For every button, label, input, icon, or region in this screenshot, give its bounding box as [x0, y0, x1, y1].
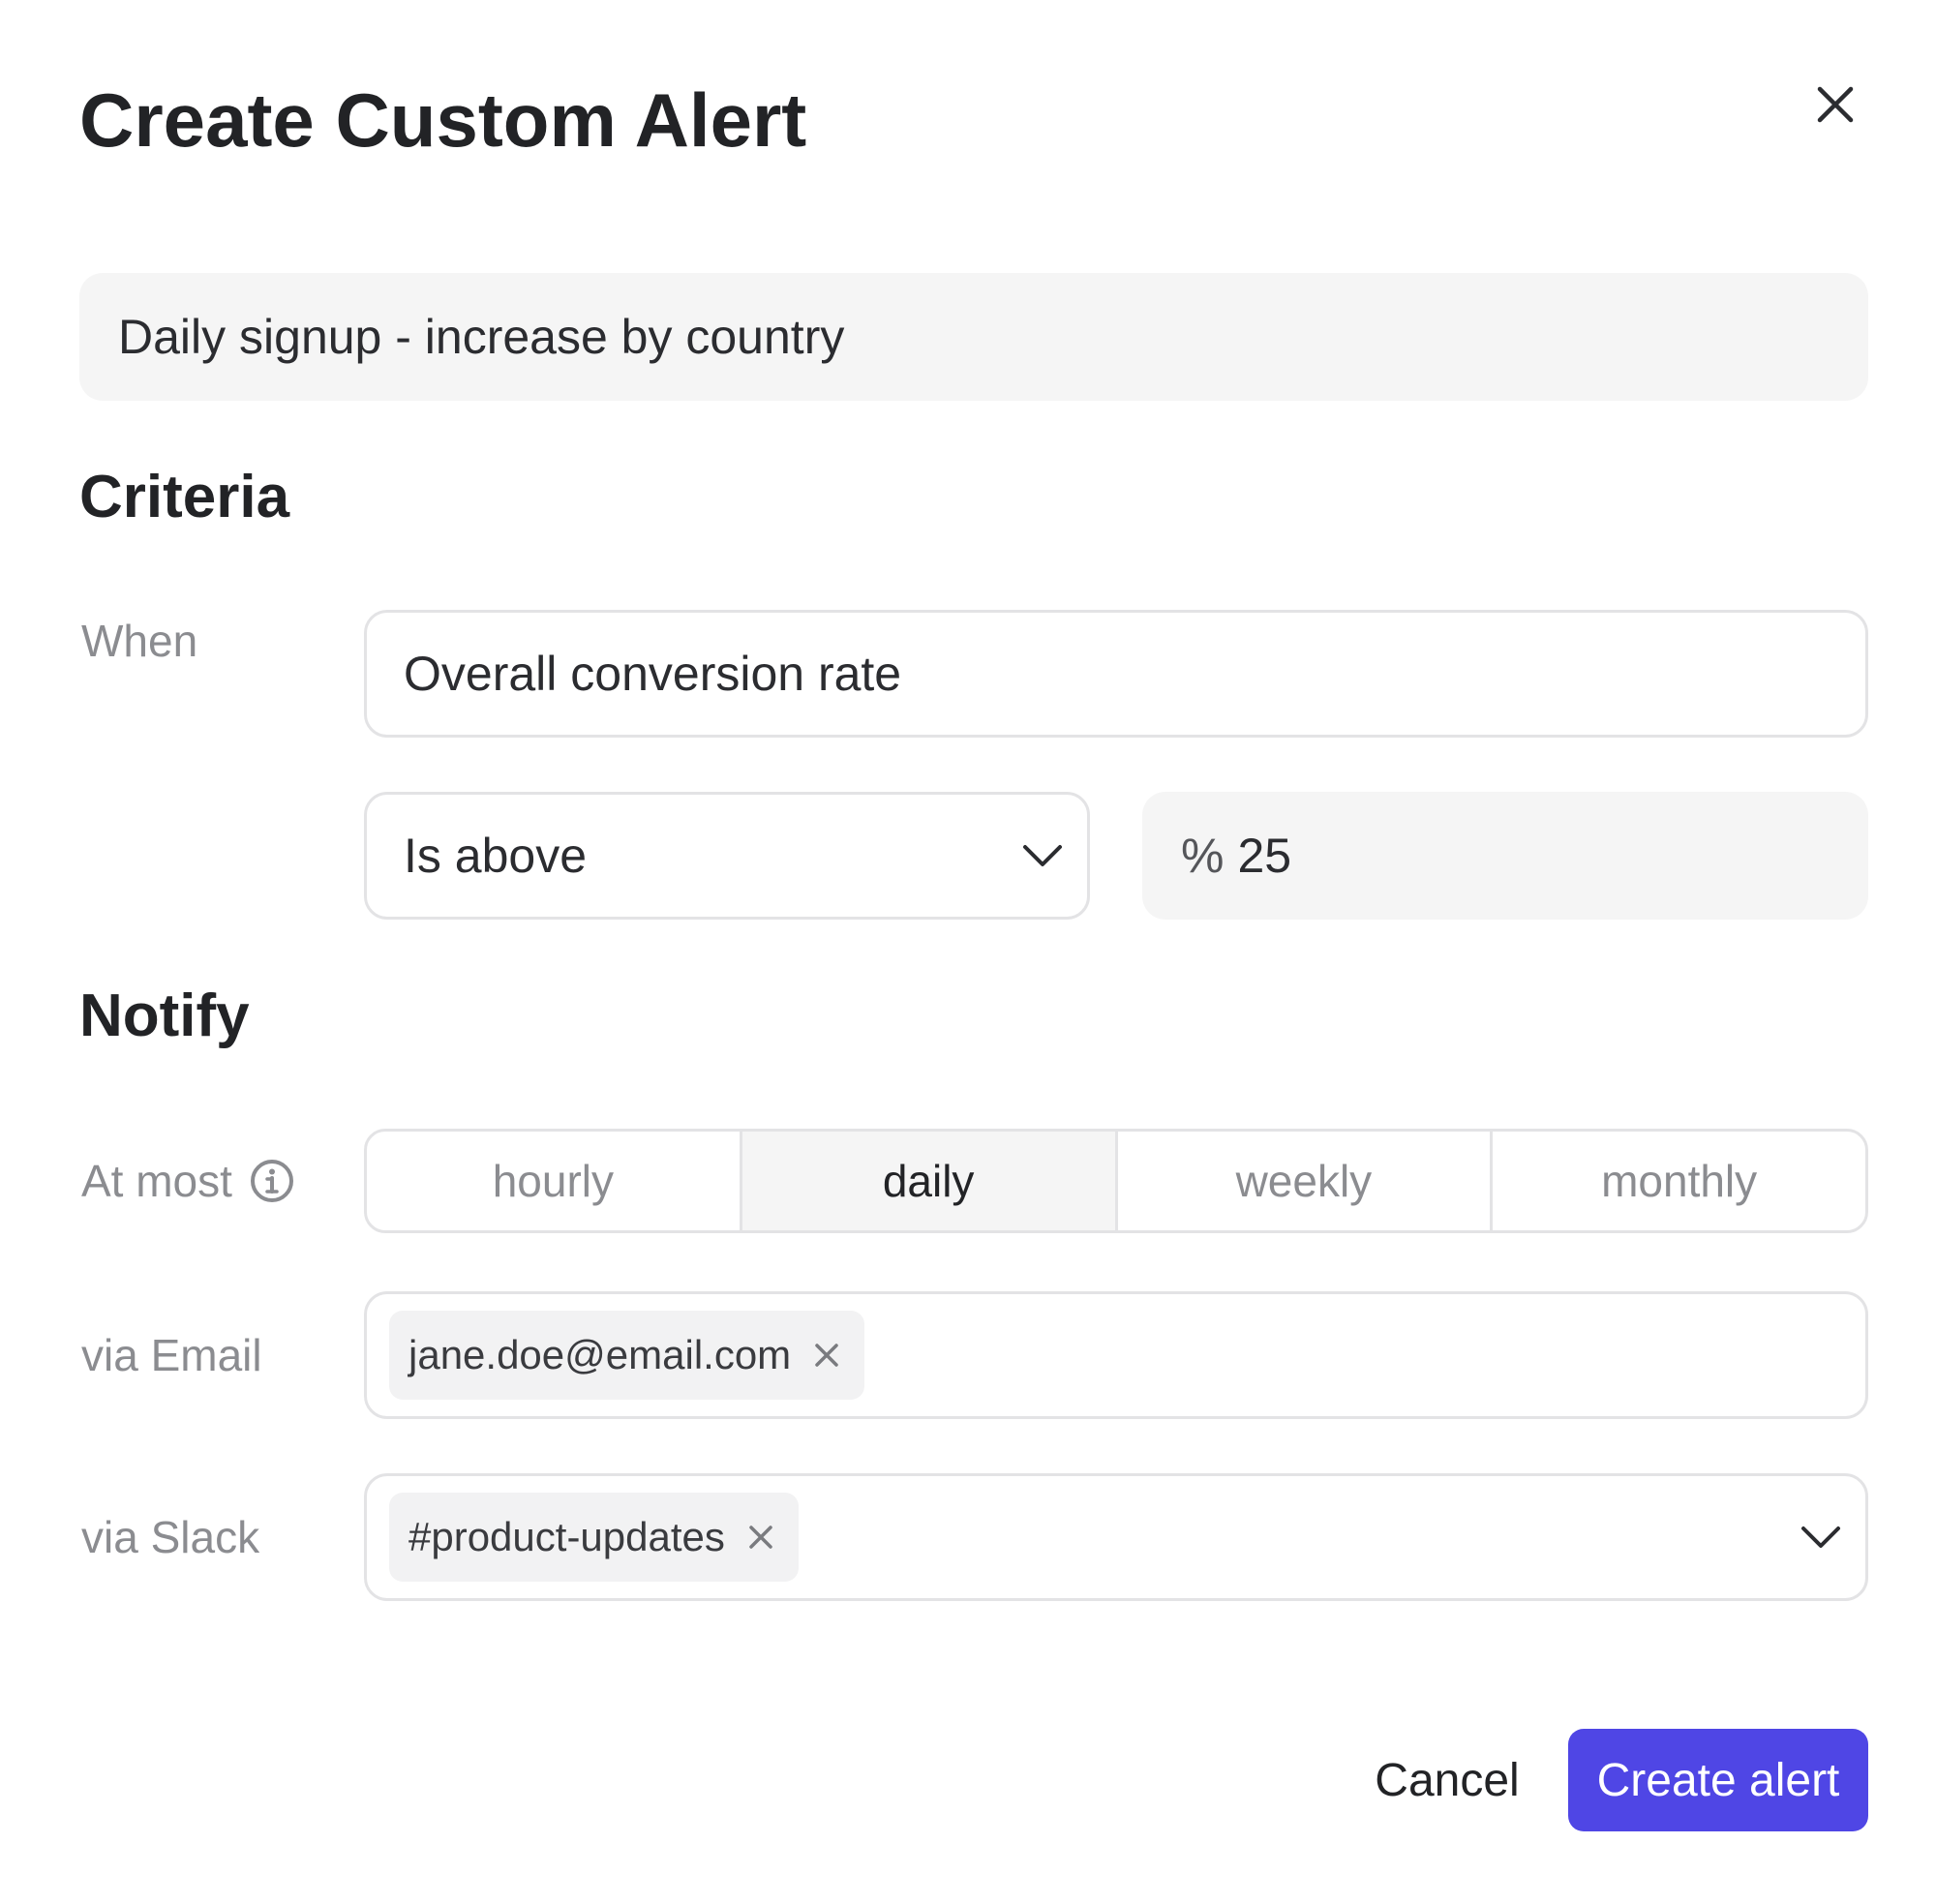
threshold-input[interactable]: % 25 [1142, 792, 1868, 920]
slack-label: via Slack [81, 1512, 260, 1562]
create-alert-button[interactable]: Create alert [1568, 1729, 1868, 1831]
frequency-label: At most [81, 1117, 294, 1245]
close-icon[interactable] [1810, 79, 1860, 130]
close-icon[interactable] [746, 1523, 775, 1552]
percent-symbol: % [1181, 829, 1225, 883]
condition-value: Is above [404, 829, 588, 883]
close-icon[interactable] [812, 1341, 841, 1370]
email-chip-label: jane.doe@email.com [408, 1332, 792, 1377]
email-label: via Email [81, 1330, 262, 1380]
condition-select[interactable]: Is above [364, 792, 1090, 920]
frequency-option-monthly[interactable]: monthly [1493, 1132, 1865, 1230]
when-label: When [81, 616, 198, 666]
alert-name-value: Daily signup - increase by country [118, 310, 845, 364]
slack-chip: #product-updates [389, 1493, 799, 1582]
cancel-button[interactable]: Cancel [1355, 1729, 1539, 1831]
frequency-toggle: hourly daily weekly monthly [364, 1129, 1868, 1233]
alert-name-input[interactable]: Daily signup - increase by country [79, 273, 1868, 401]
dialog-title: Create Custom Alert [79, 77, 807, 163]
frequency-option-hourly[interactable]: hourly [367, 1132, 742, 1230]
frequency-label-text: At most [81, 1156, 232, 1206]
threshold-value: 25 [1237, 829, 1292, 883]
criteria-heading: Criteria [79, 464, 290, 530]
create-alert-dialog: Create Custom Alert Daily signup - incre… [0, 0, 1936, 1904]
metric-value: Overall conversion rate [404, 647, 902, 701]
chevron-down-icon [1801, 1526, 1840, 1548]
email-chip: jane.doe@email.com [389, 1311, 865, 1400]
notify-heading: Notify [79, 982, 250, 1049]
metric-field[interactable]: Overall conversion rate [364, 610, 1868, 738]
frequency-option-daily[interactable]: daily [741, 1132, 1118, 1230]
info-icon[interactable] [250, 1159, 294, 1203]
slack-chip-label: #product-updates [408, 1514, 725, 1559]
frequency-option-weekly[interactable]: weekly [1118, 1132, 1494, 1230]
chevron-down-icon [1023, 845, 1062, 866]
